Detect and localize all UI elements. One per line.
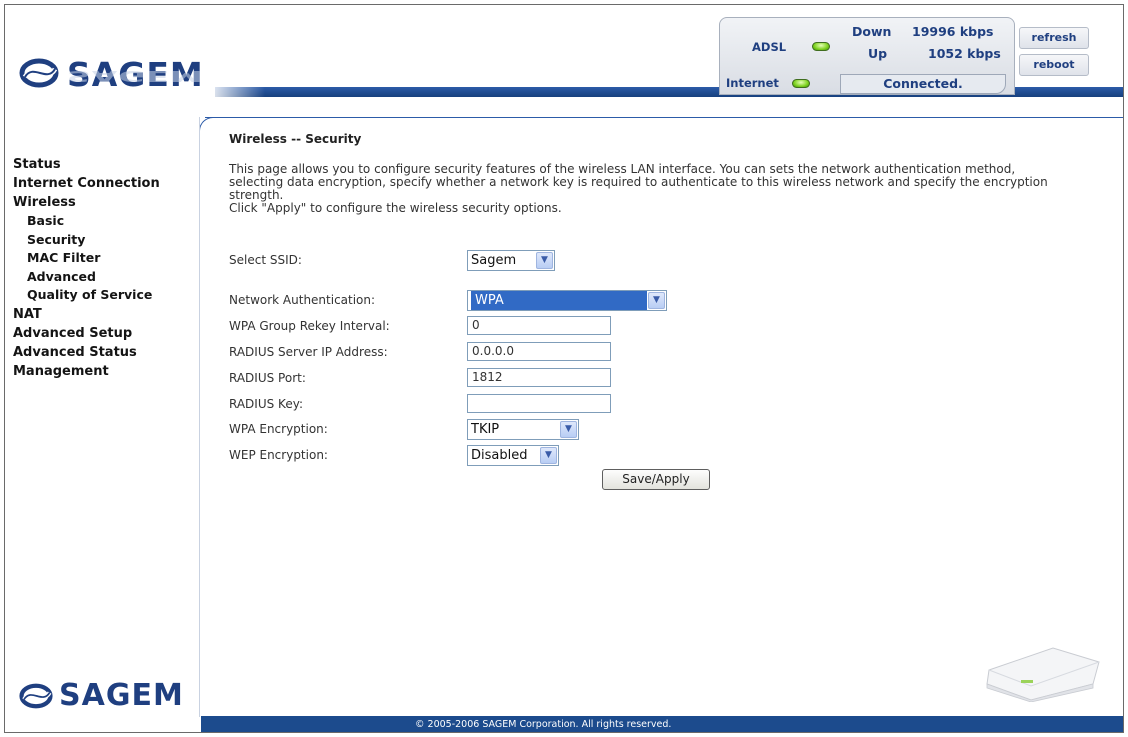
router-image <box>986 647 1100 702</box>
refresh-button[interactable]: refresh <box>1019 27 1089 49</box>
network-authentication-select[interactable]: WPA ▼ <box>467 290 667 311</box>
down-label: Down <box>852 24 892 39</box>
chevron-down-icon: ▼ <box>560 421 577 438</box>
wpa-encryption-select[interactable]: TKIP ▼ <box>467 419 579 440</box>
header-band-fade <box>205 87 265 97</box>
sidebar-item-advanced[interactable]: Advanced <box>13 268 198 287</box>
content-top-border <box>205 117 1123 118</box>
content-corner <box>199 117 215 133</box>
auth-select-value: WPA <box>471 291 647 310</box>
sidebar-nav: Status Internet Connection Wireless Basi… <box>13 155 198 381</box>
radius-ip-input[interactable]: 0.0.0.0 <box>467 342 611 361</box>
logo-text-bottom: SAGEM <box>59 678 184 713</box>
sagem-logo: SAGEM SAGEM <box>19 55 209 99</box>
sagem-logo-bottom: SAGEM <box>19 678 199 716</box>
footer: © 2005-2006 SAGEM Corporation. All right… <box>201 716 1123 732</box>
chevron-down-icon: ▼ <box>540 447 557 464</box>
main-content: Wireless -- Security This page allows yo… <box>229 132 1089 490</box>
sidebar-item-wireless[interactable]: Wireless <box>13 193 198 212</box>
sagem-swirl-icon <box>19 683 53 709</box>
nav-divider <box>199 117 200 717</box>
sidebar-item-nat[interactable]: NAT <box>13 305 198 324</box>
connection-status-panel: ADSL Internet Down 19996 kbps Up 1052 kb… <box>719 17 1015 95</box>
wpa-encryption-value: TKIP <box>471 422 500 437</box>
sidebar-item-mac-filter[interactable]: MAC Filter <box>13 249 198 268</box>
sidebar-item-basic[interactable]: Basic <box>13 212 198 231</box>
auth-label: Network Authentication: <box>229 293 376 307</box>
sidebar-item-advanced-status[interactable]: Advanced Status <box>13 343 198 362</box>
chevron-down-icon: ▼ <box>648 292 665 309</box>
radius-key-label: RADIUS Key: <box>229 397 303 411</box>
adsl-label: ADSL <box>752 40 787 54</box>
sidebar-item-internet-connection[interactable]: Internet Connection <box>13 174 198 193</box>
save-apply-button[interactable]: Save/Apply <box>602 469 710 490</box>
page-instruction: Click "Apply" to configure the wireless … <box>229 201 562 215</box>
header-actions: refresh reboot <box>1019 27 1091 79</box>
wep-encryption-value: Disabled <box>471 448 528 463</box>
wep-encryption-label: WEP Encryption: <box>229 448 328 462</box>
ssid-select[interactable]: Sagem ▼ <box>467 250 555 271</box>
wpa-encryption-label: WPA Encryption: <box>229 422 328 436</box>
radius-key-input[interactable] <box>467 394 611 413</box>
copyright-text: © 2005-2006 SAGEM Corporation. All right… <box>415 719 672 730</box>
up-label: Up <box>868 46 888 61</box>
sidebar-item-management[interactable]: Management <box>13 362 198 381</box>
radius-port-input[interactable]: 1812 <box>467 368 611 387</box>
page-frame: SAGEM SAGEM ADSL Internet Down 19996 kbp… <box>4 4 1124 733</box>
logo-reflection: SAGEM <box>67 67 204 85</box>
ssid-select-value: Sagem <box>471 253 517 268</box>
radius-port-label: RADIUS Port: <box>229 371 306 385</box>
internet-label: Internet <box>726 76 779 90</box>
sidebar-item-advanced-setup[interactable]: Advanced Setup <box>13 324 198 343</box>
chevron-down-icon: ▼ <box>536 252 553 269</box>
sidebar-item-quality-of-service[interactable]: Quality of Service <box>13 286 198 305</box>
rekey-interval-input[interactable]: 0 <box>467 316 611 335</box>
wep-encryption-select[interactable]: Disabled ▼ <box>467 445 559 466</box>
page-title: Wireless -- Security <box>229 132 362 146</box>
sidebar-item-security[interactable]: Security <box>13 231 198 250</box>
reboot-button[interactable]: reboot <box>1019 54 1089 76</box>
sagem-swirl-icon <box>19 58 59 88</box>
ssid-label: Select SSID: <box>229 253 302 267</box>
radius-ip-label: RADIUS Server IP Address: <box>229 345 388 359</box>
adsl-led-icon <box>812 42 830 51</box>
up-rate: 1052 kbps <box>928 46 1001 61</box>
down-rate: 19996 kbps <box>912 24 994 39</box>
rekey-label: WPA Group Rekey Interval: <box>229 319 390 333</box>
connection-state: Connected. <box>840 74 1006 94</box>
page-description: This page allows you to configure securi… <box>229 162 1048 202</box>
internet-led-icon <box>792 79 810 88</box>
sidebar-item-status[interactable]: Status <box>13 155 198 174</box>
